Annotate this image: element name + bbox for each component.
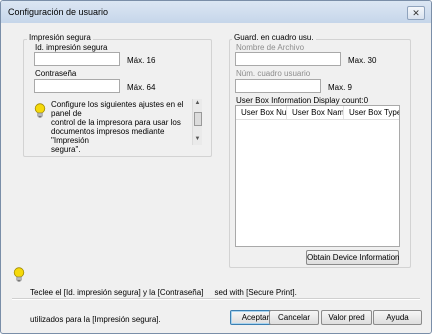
hint-scrollbar[interactable]: ▲ ▼ [192, 99, 202, 145]
box-number-max: Max. 9 [328, 83, 353, 92]
box-number-label: Núm. cuadro usuario [236, 69, 311, 78]
scroll-thumb[interactable] [194, 112, 202, 126]
user-settings-dialog: Configuración de usuario ✕ Impresión seg… [0, 0, 432, 334]
window-title: Configuración de usuario [8, 7, 109, 17]
hint-line: documentos impresos mediante "Impresión [51, 127, 165, 145]
close-button[interactable]: ✕ [407, 6, 425, 20]
secure-print-id-input[interactable] [34, 52, 120, 66]
scroll-up-icon[interactable]: ▲ [194, 100, 201, 107]
password-label: Contraseña [35, 69, 77, 78]
user-box-list-header: User Box Nu... User Box Name User Box Ty… [236, 106, 399, 120]
secure-print-id-label: Id. impresión segura [35, 43, 108, 52]
title-bar: Configuración de usuario ✕ [1, 1, 431, 23]
column-header-box-name[interactable]: User Box Name [287, 106, 344, 119]
dialog-body: Impresión segura Id. impresión segura Má… [7, 23, 425, 327]
filename-label: Nombre de Archivo [236, 43, 305, 52]
user-box-info-label: User Box Information Display count:0 [236, 96, 369, 105]
filename-input[interactable] [235, 52, 341, 66]
hint-line: Configure los siguientes ajustes en el p… [51, 100, 184, 118]
lightbulb-icon [34, 103, 46, 118]
lightbulb-icon [13, 267, 25, 282]
hint-line: segura". [51, 145, 81, 154]
password-max: Máx. 64 [127, 83, 156, 92]
obtain-device-info-button[interactable]: Obtain Device Information [306, 250, 400, 265]
user-box-list[interactable]: User Box Nu... User Box Name User Box Ty… [235, 105, 400, 247]
help-button[interactable]: Ayuda [373, 310, 422, 325]
secure-print-group-title: Impresión segura [27, 33, 93, 42]
scroll-down-icon[interactable]: ▼ [194, 136, 201, 143]
box-number-input[interactable] [235, 79, 321, 93]
column-header-box-type[interactable]: User Box Type [344, 106, 399, 119]
hint-line: control de la impresora para usar los [51, 118, 181, 127]
password-input[interactable] [34, 79, 120, 93]
cancel-button[interactable]: Cancelar [269, 310, 319, 325]
footer-hint-line: Teclee el [Id. impresión segura] y la [C… [30, 288, 297, 297]
footer-separator [12, 298, 420, 300]
secure-print-id-max: Máx. 16 [127, 56, 156, 65]
default-value-button[interactable]: Valor pred [321, 310, 372, 325]
secure-print-hint: Configure los siguientes ajustes en el p… [51, 100, 191, 154]
user-box-group-title: Guard. en cuadro usu. [232, 33, 316, 42]
column-header-box-number[interactable]: User Box Nu... [236, 106, 287, 119]
filename-max: Max. 30 [348, 56, 377, 65]
